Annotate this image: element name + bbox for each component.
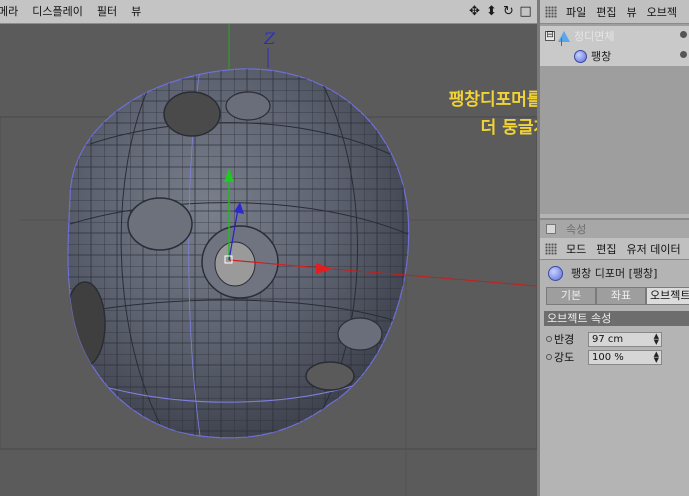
tab-basic[interactable]: 기본	[546, 287, 596, 305]
spinner-icon[interactable]: ▲ ▼	[654, 332, 659, 345]
menu-edit[interactable]: 편집	[591, 4, 621, 20]
visibility-dot-icon[interactable]	[680, 31, 687, 38]
menu-mode[interactable]: 모드	[561, 241, 591, 257]
object-name[interactable]: 팽창	[591, 48, 611, 64]
radius-input[interactable]: 97 cm ▲ ▼	[588, 331, 662, 347]
menu-filter[interactable]: 필터	[90, 0, 124, 24]
sphere-deformer-icon	[548, 265, 563, 281]
object-list[interactable]: ⊟ 정디면체 팽창	[540, 24, 689, 214]
property-label: 강도	[554, 351, 575, 364]
object-title-row: 팽창 디포머 [팽창]	[540, 262, 689, 284]
attributes-title: 속성	[566, 223, 587, 236]
property-strength: 강도 100 % ▲ ▼	[546, 349, 662, 365]
object-manager-menubar: 파일 편집 뷰 오브젝	[540, 0, 689, 24]
viewport-menubar: 메라 디스플레이 필터 뷰 ✥ ⬍ ↻ □	[0, 0, 537, 24]
annotation-text: 팽창디포머를 줘서 좀 더 둥글게 ~	[448, 90, 537, 138]
menu-object[interactable]: 오브젝	[642, 4, 682, 20]
attribute-tabs: 기본 좌표 오브젝트	[546, 287, 689, 305]
sphere-deformer-icon	[574, 49, 587, 63]
grip-icon[interactable]	[545, 242, 557, 255]
spinner-icon[interactable]: ▲ ▼	[654, 350, 659, 363]
animate-dot-icon[interactable]	[546, 354, 552, 360]
panel-toggle-icon[interactable]	[546, 224, 556, 234]
menu-user-data[interactable]: 유저 데이터	[622, 241, 686, 257]
right-panel: 파일 편집 뷰 오브젝 ⊟ 정디면체 팽창 속성 모드 편집 유저 데이터 팽창…	[537, 0, 689, 496]
rotate-icon[interactable]: ↻	[501, 4, 516, 19]
maximize-icon[interactable]: □	[518, 4, 533, 19]
object-name[interactable]: 정디면체	[574, 28, 614, 44]
object-title: 팽창 디포머 [팽창]	[571, 267, 658, 280]
menu-camera[interactable]: 메라	[0, 0, 25, 24]
menu-view[interactable]: 뷰	[124, 0, 148, 24]
menu-edit[interactable]: 편집	[591, 241, 621, 257]
visibility-dot-icon[interactable]	[680, 51, 687, 58]
attributes-menubar: 모드 편집 유저 데이터	[540, 238, 689, 260]
property-label: 반경	[554, 333, 575, 346]
collapse-icon[interactable]: ⊟	[545, 31, 555, 41]
move-icon[interactable]: ✥	[467, 4, 482, 19]
viewport-panel[interactable]: 메라 디스플레이 필터 뷰 ✥ ⬍ ↻ □ Z 팽창디포머를 더 둥글	[0, 0, 537, 496]
section-object-properties[interactable]: 오브젝트 속성	[544, 311, 689, 326]
menu-file[interactable]: 파일	[561, 4, 591, 20]
zoom-icon[interactable]: ⬍	[484, 4, 499, 19]
tab-object[interactable]: 오브젝트	[646, 287, 689, 305]
menu-display[interactable]: 디스플레이	[25, 0, 90, 24]
object-row-deformer[interactable]: 팽창	[540, 46, 689, 66]
attributes-header: 속성	[540, 218, 689, 238]
grip-icon[interactable]	[545, 5, 557, 18]
strength-input[interactable]: 100 % ▲ ▼	[588, 349, 662, 365]
animate-dot-icon[interactable]	[546, 336, 552, 342]
menu-view[interactable]: 뷰	[622, 4, 642, 20]
tab-coordinates[interactable]: 좌표	[596, 287, 646, 305]
axis-z-label: Z	[263, 29, 276, 48]
property-radius: 반경 97 cm ▲ ▼	[546, 331, 662, 347]
viewport-nav-icons: ✥ ⬍ ↻ □	[467, 4, 533, 19]
